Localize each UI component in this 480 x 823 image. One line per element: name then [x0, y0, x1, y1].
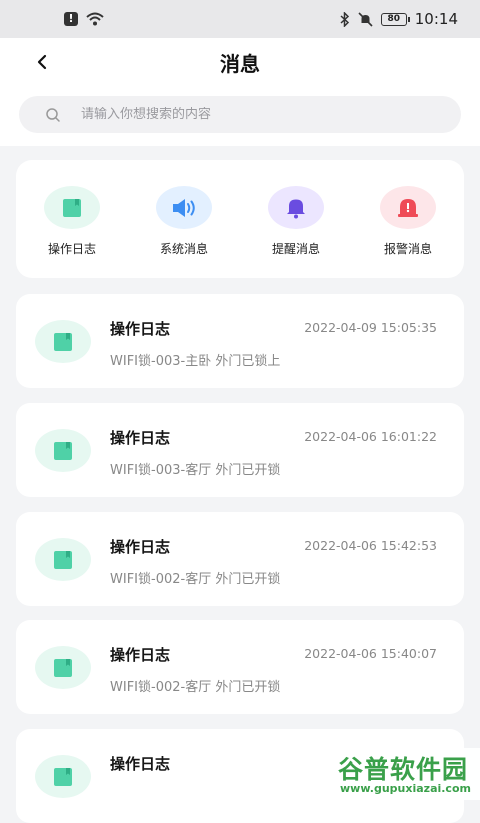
message-time: 2022-04-06 16:01:22 [304, 429, 437, 444]
category-label: 报警消息 [383, 242, 432, 256]
message-title: 操作日志 [110, 755, 171, 773]
status-right: 80 10:14 [340, 10, 458, 28]
status-bar: ! 80 10:14 [0, 0, 480, 38]
notebook-icon [54, 767, 72, 786]
message-title: 操作日志 [110, 429, 171, 447]
alarm-icon [398, 198, 418, 217]
category-icon-wrap [44, 186, 100, 229]
page-title: 消息 [220, 52, 260, 76]
message-title: 操作日志 [110, 646, 171, 664]
message-item[interactable]: 操作日志 2022-04-06 15:42:53 WIFI锁-002-客厅 外门… [16, 512, 464, 606]
category-icon-wrap [380, 186, 436, 229]
message-icon-wrap [35, 538, 91, 581]
message-icon-wrap [35, 646, 91, 689]
message-body: WIFI锁-003-主卧 外门已锁上 [110, 354, 281, 369]
message-time: 2022-04-09 15:05:35 [304, 320, 437, 335]
mute-bell-icon [358, 11, 373, 27]
watermark-logo-text: 谷普软件园 [338, 755, 469, 784]
message-item[interactable]: 操作日志 2022-04-06 15:40:07 WIFI锁-002-客厅 外门… [16, 620, 464, 714]
category-label: 提醒消息 [271, 242, 320, 256]
search-icon [46, 107, 60, 122]
message-title: 操作日志 [110, 538, 171, 556]
watermark-url: www.gupuxiazai.com [340, 782, 471, 795]
message-item[interactable]: 操作日志 2022-04-09 15:05:35 WIFI锁-003-主卧 外门… [16, 294, 464, 388]
category-icon-wrap [268, 186, 324, 229]
status-time: 10:14 [414, 10, 458, 28]
notebook-icon [54, 658, 72, 677]
message-time: 2022-04-06 15:40:07 [304, 646, 437, 661]
search-input[interactable] [81, 107, 421, 122]
category-alarm-message[interactable]: 报警消息 [352, 186, 464, 278]
category-icon-wrap [156, 186, 212, 229]
category-card: 操作日志 系统消息 提醒消息 报警消息 [16, 160, 464, 278]
message-time: 2022-04-06 15:42:53 [304, 538, 437, 553]
category-system-message[interactable]: 系统消息 [128, 186, 240, 278]
bell-icon [287, 199, 305, 218]
message-body: WIFI锁-002-客厅 外门已开锁 [110, 680, 281, 695]
category-reminder-message[interactable]: 提醒消息 [240, 186, 352, 278]
message-body: WIFI锁-003-客厅 外门已开锁 [110, 463, 281, 478]
message-icon-wrap [35, 755, 91, 798]
battery-icon: 80 [380, 12, 410, 26]
message-title: 操作日志 [110, 320, 171, 338]
watermark: 谷普软件园 www.gupuxiazai.com [332, 748, 480, 800]
speaker-icon [173, 198, 195, 217]
category-label: 操作日志 [47, 242, 96, 256]
category-operation-log[interactable]: 操作日志 [16, 186, 128, 278]
search-bar[interactable] [19, 96, 461, 133]
message-icon-wrap [35, 320, 91, 363]
notebook-icon [63, 198, 81, 217]
notebook-icon [54, 441, 72, 460]
header: 消息 [0, 38, 480, 146]
message-body: WIFI锁-002-客厅 外门已开锁 [110, 572, 281, 587]
category-label: 系统消息 [159, 242, 208, 256]
message-icon-wrap [35, 429, 91, 472]
notebook-icon [54, 332, 72, 351]
bluetooth-icon [340, 11, 349, 27]
status-left: ! [64, 12, 104, 26]
wifi-icon [86, 12, 104, 26]
notebook-icon [54, 550, 72, 569]
notification-alert-icon: ! [64, 12, 78, 26]
message-item[interactable]: 操作日志 2022-04-06 16:01:22 WIFI锁-003-客厅 外门… [16, 403, 464, 497]
